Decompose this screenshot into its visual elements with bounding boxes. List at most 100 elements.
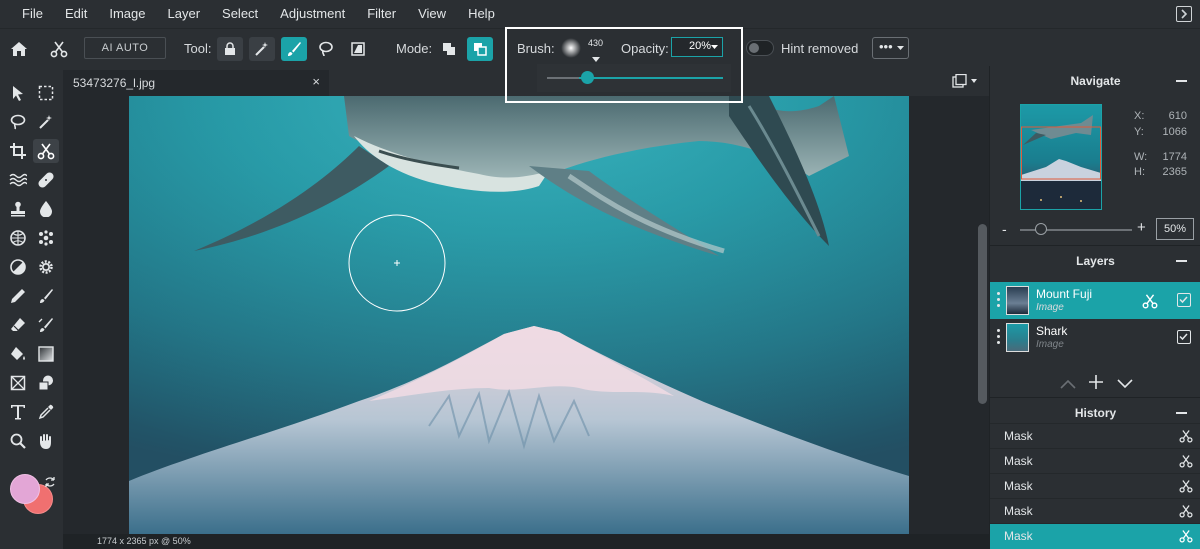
- tool-lock-button[interactable]: [217, 37, 243, 61]
- window-arrange-icon[interactable]: [952, 73, 978, 91]
- canvas-image[interactable]: [129, 96, 909, 534]
- document-tab-close-icon[interactable]: ×: [312, 74, 320, 89]
- navigate-minimize-icon[interactable]: [1176, 80, 1187, 82]
- history-item[interactable]: Mask: [990, 448, 1200, 473]
- menu-file[interactable]: File: [0, 0, 54, 28]
- layer-row-shark[interactable]: Shark Image: [990, 319, 1200, 356]
- eyedropper-tool-icon[interactable]: [33, 400, 59, 424]
- layers-minimize-icon[interactable]: [1176, 260, 1187, 262]
- pencil-tool-icon[interactable]: [5, 284, 31, 308]
- add-layer-icon[interactable]: [1089, 375, 1103, 392]
- history-minimize-icon[interactable]: [1176, 412, 1187, 414]
- status-text: 1774 x 2365 px @ 50%: [97, 536, 191, 546]
- document-tab[interactable]: 53473276_l.jpg ×: [63, 70, 329, 96]
- scissors-icon[interactable]: [48, 38, 70, 60]
- collapse-panel-icon[interactable]: [1176, 6, 1192, 22]
- nav-y-label: Y:: [1134, 126, 1144, 138]
- layer-type: Image: [1036, 339, 1064, 350]
- layer-mask-scissors-icon[interactable]: [1142, 293, 1158, 312]
- menu-edit[interactable]: Edit: [54, 0, 98, 28]
- layer-visibility-checkbox[interactable]: [1177, 330, 1191, 344]
- ai-auto-button[interactable]: AI AUTO: [84, 37, 166, 59]
- sponge-tool-icon[interactable]: [5, 226, 31, 250]
- navigator-thumbnail[interactable]: [1020, 104, 1102, 210]
- history-item[interactable]: Mask: [990, 498, 1200, 523]
- menu-adjustment[interactable]: Adjustment: [269, 0, 356, 28]
- nav-x-label: X:: [1134, 110, 1145, 122]
- canvas-vertical-scrollbar[interactable]: [976, 96, 989, 534]
- lasso-tool-icon[interactable]: [5, 110, 31, 134]
- clone-stamp-tool-icon[interactable]: [5, 197, 31, 221]
- mode-add-button[interactable]: [436, 37, 462, 61]
- tool-panel: [0, 66, 63, 549]
- history-item[interactable]: Mask: [990, 473, 1200, 498]
- history-scissors-icon: [1179, 430, 1193, 443]
- text-tool-icon[interactable]: [5, 400, 31, 424]
- drag-handle-icon[interactable]: [997, 292, 1000, 308]
- brush-tool-icon[interactable]: [33, 284, 59, 308]
- history-scissors-icon: [1179, 455, 1193, 468]
- history-item-active[interactable]: Mask: [990, 523, 1200, 549]
- more-options-button[interactable]: •••: [872, 37, 909, 59]
- scrollbar-thumb[interactable]: [978, 224, 987, 404]
- more-dots: •••: [879, 39, 893, 54]
- layer-row-mount-fuji[interactable]: Mount Fuji Image: [990, 282, 1200, 319]
- history-item-label: Mask: [1004, 529, 1033, 543]
- canvas-area[interactable]: [63, 96, 976, 534]
- drag-handle-icon[interactable]: [997, 329, 1000, 345]
- home-icon[interactable]: [8, 38, 30, 60]
- zoom-slider-knob[interactable]: [1035, 223, 1047, 235]
- menu-view[interactable]: View: [407, 0, 457, 28]
- shape-frame-tool-icon[interactable]: [5, 371, 31, 395]
- saturation-gear-tool-icon[interactable]: [33, 255, 59, 279]
- crop-tool-icon[interactable]: [5, 139, 31, 163]
- hint-removed-label: Hint removed: [781, 41, 859, 56]
- tool-lasso-button[interactable]: [313, 37, 339, 61]
- hand-tool-icon[interactable]: [33, 429, 59, 453]
- history-item[interactable]: Mask: [990, 423, 1200, 448]
- menu-select[interactable]: Select: [211, 0, 269, 28]
- layer-visibility-checkbox[interactable]: [1177, 293, 1191, 307]
- tool-gradient-button[interactable]: [345, 37, 371, 61]
- marquee-tool-icon[interactable]: [33, 81, 59, 105]
- pattern-tool-icon[interactable]: [33, 226, 59, 250]
- layer-move-up-icon[interactable]: [1060, 377, 1076, 392]
- opacity-slider-track-left: [547, 77, 579, 79]
- menu-help[interactable]: Help: [457, 0, 506, 28]
- opacity-slider-knob[interactable]: [581, 71, 594, 84]
- layer-name: Mount Fuji: [1036, 287, 1093, 301]
- zoom-in-button[interactable]: +: [1137, 219, 1146, 236]
- shape-tool-icon[interactable]: [33, 371, 59, 395]
- zoom-input[interactable]: 50%: [1156, 218, 1194, 240]
- swap-colors-icon[interactable]: [44, 476, 56, 491]
- primary-color-swatch[interactable]: [10, 474, 40, 504]
- menu-layer[interactable]: Layer: [157, 0, 212, 28]
- magic-wand-tool-icon[interactable]: [33, 110, 59, 134]
- move-tool-icon[interactable]: [5, 81, 31, 105]
- layers-title: Layers: [1076, 254, 1115, 268]
- tool-magic-wand-button[interactable]: [249, 37, 275, 61]
- blur-drop-tool-icon[interactable]: [33, 197, 59, 221]
- healing-bandage-tool-icon[interactable]: [33, 168, 59, 192]
- tool-brush-button[interactable]: [281, 37, 307, 61]
- nav-y-value: 1066: [1162, 126, 1187, 138]
- menu-filter[interactable]: Filter: [356, 0, 407, 28]
- layer-move-down-icon[interactable]: [1117, 377, 1133, 392]
- nav-h-label: H:: [1134, 166, 1145, 178]
- layer-thumbnail: [1006, 286, 1029, 315]
- cutout-scissors-tool-icon[interactable]: [33, 139, 59, 163]
- zoom-out-button[interactable]: -: [1002, 221, 1007, 237]
- menu-image[interactable]: Image: [98, 0, 156, 28]
- gradient-tool-icon[interactable]: [33, 342, 59, 366]
- history-scissors-icon: [1179, 505, 1193, 518]
- mode-subtract-button[interactable]: [467, 37, 493, 61]
- dodge-burn-tool-icon[interactable]: [5, 255, 31, 279]
- eraser-tool-icon[interactable]: [5, 313, 31, 337]
- paint-bucket-tool-icon[interactable]: [5, 342, 31, 366]
- zoom-tool-icon[interactable]: [5, 429, 31, 453]
- right-panel: Navigate X: 610 Y: 1066 W: 1774 H: 2365 …: [989, 66, 1200, 549]
- liquify-tool-icon[interactable]: [5, 168, 31, 192]
- hint-removed-toggle[interactable]: [746, 40, 774, 56]
- history-title: History: [1074, 406, 1117, 420]
- color-replace-brush-tool-icon[interactable]: [33, 313, 59, 337]
